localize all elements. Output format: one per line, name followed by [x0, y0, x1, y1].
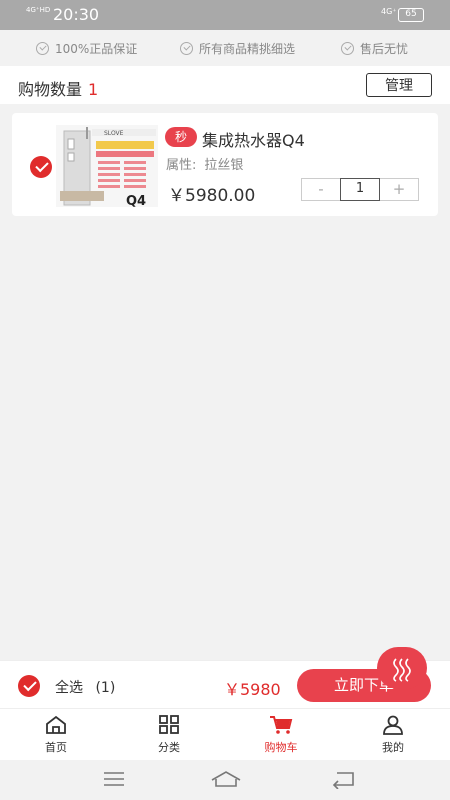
cart-count-value: 1: [88, 80, 99, 99]
quantity-stepper: - 1 +: [301, 178, 419, 201]
cart-title-label: 购物数量: [18, 80, 83, 99]
floating-menu-button[interactable]: [377, 647, 427, 689]
item-select-checkbox[interactable]: [30, 156, 52, 178]
network-signal-right: 4G⁺: [381, 7, 397, 16]
thumbnail-caption: Q4: [126, 194, 146, 207]
user-icon: [383, 715, 403, 735]
select-all-count: (1): [95, 680, 116, 696]
product-name[interactable]: 集成热水器Q4: [202, 127, 305, 151]
home-icon: [46, 715, 66, 734]
cart-icon: [270, 716, 293, 734]
tab-mine[interactable]: 我的: [363, 715, 423, 755]
check-circle-icon: [341, 42, 354, 55]
guarantee-item-aftersale: 售后无忧: [341, 40, 408, 57]
waves-icon: [393, 658, 411, 682]
product-price: ￥5980.00: [168, 186, 256, 206]
menu-icon[interactable]: [103, 769, 125, 789]
status-bar: 4G⁺HD 20:30 4G⁺ 65: [0, 0, 450, 30]
cart-item-card[interactable]: SLOVE Q4 秒 集成热水器Q4 属性: 拉丝银 ￥5980.00 - 1 +: [12, 113, 438, 216]
tab-home[interactable]: 首页: [26, 715, 86, 755]
tab-category[interactable]: 分类: [139, 715, 199, 755]
tab-label: 购物车: [264, 741, 298, 754]
flash-sale-badge: 秒: [165, 127, 197, 147]
battery-icon: 65: [398, 8, 424, 22]
home-nav-icon[interactable]: [210, 769, 242, 789]
water-heater-image: SLOVE Q4: [56, 125, 158, 207]
svg-text:SLOVE: SLOVE: [104, 130, 124, 137]
guarantee-item-selected: 所有商品精挑细选: [180, 40, 295, 57]
cart-header: 购物数量 1 管理: [0, 66, 450, 104]
check-circle-icon: [180, 42, 193, 55]
guarantee-label: 售后无忧: [360, 42, 409, 56]
tab-cart[interactable]: 购物车: [251, 715, 311, 755]
manage-button[interactable]: 管理: [366, 73, 432, 97]
product-thumbnail[interactable]: SLOVE Q4: [56, 125, 158, 207]
attribute-value: 拉丝银: [204, 158, 244, 173]
tab-label: 首页: [45, 741, 67, 754]
back-icon[interactable]: [331, 769, 355, 789]
system-nav-bar: [0, 760, 450, 800]
check-circle-icon: [36, 42, 49, 55]
total-price: ￥5980: [224, 680, 281, 699]
product-attribute: 属性: 拉丝银: [166, 154, 243, 173]
guarantee-label: 所有商品精挑细选: [199, 42, 296, 56]
select-all-checkbox[interactable]: [18, 675, 40, 697]
increase-button[interactable]: +: [380, 179, 418, 200]
select-all-text: 全选: [55, 680, 83, 696]
guarantee-label: 100%正品保证: [55, 42, 138, 56]
bottom-tab-bar: 首页 分类 购物车 我的: [0, 708, 450, 760]
guarantee-bar: 100%正品保证 所有商品精挑细选 售后无忧: [0, 30, 450, 66]
tab-label: 我的: [382, 741, 404, 754]
status-time: 20:30: [53, 5, 100, 24]
guarantee-item-authentic: 100%正品保证: [36, 40, 137, 57]
grid-icon: [159, 715, 179, 734]
attribute-label: 属性:: [166, 158, 197, 173]
quantity-input[interactable]: 1: [340, 178, 380, 201]
decrease-button[interactable]: -: [302, 179, 340, 200]
tab-label: 分类: [158, 741, 180, 754]
network-signal-left: 4G⁺HD: [26, 6, 51, 14]
select-all-label[interactable]: 全选 (1): [55, 677, 115, 697]
cart-count-title: 购物数量 1: [18, 76, 98, 100]
